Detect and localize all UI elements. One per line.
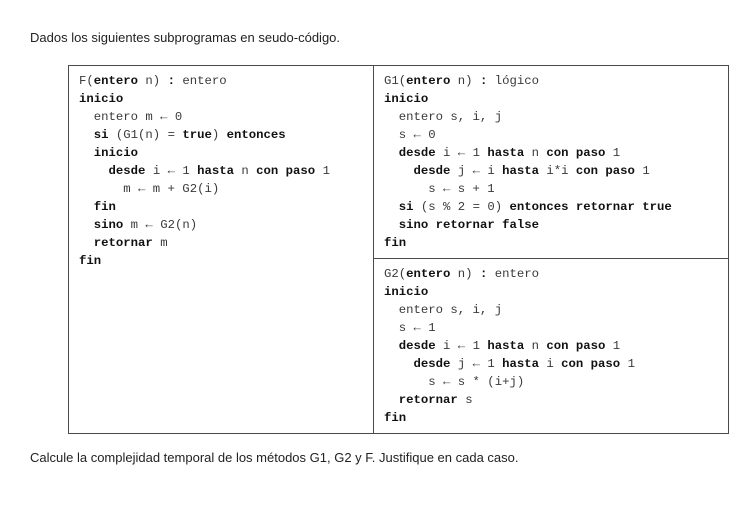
intro-text: Dados los siguientes subprogramas en seu…	[30, 30, 725, 47]
code-G2: G2(entero n) : entero inicio entero s, i…	[384, 265, 720, 427]
code-F: F(entero n) : entero inicio entero m ← 0…	[79, 72, 365, 270]
outro-text: Calcule la complejidad temporal de los m…	[30, 450, 725, 467]
exercise-page: Dados los siguientes subprogramas en seu…	[0, 0, 755, 487]
cell-G1: G1(entero n) : lógico inicio entero s, i…	[374, 65, 729, 258]
cell-G2: G2(entero n) : entero inicio entero s, i…	[374, 258, 729, 433]
cell-F: F(entero n) : entero inicio entero m ← 0…	[69, 65, 374, 433]
code-G1: G1(entero n) : lógico inicio entero s, i…	[384, 72, 720, 252]
pseudocode-table: F(entero n) : entero inicio entero m ← 0…	[68, 65, 729, 434]
